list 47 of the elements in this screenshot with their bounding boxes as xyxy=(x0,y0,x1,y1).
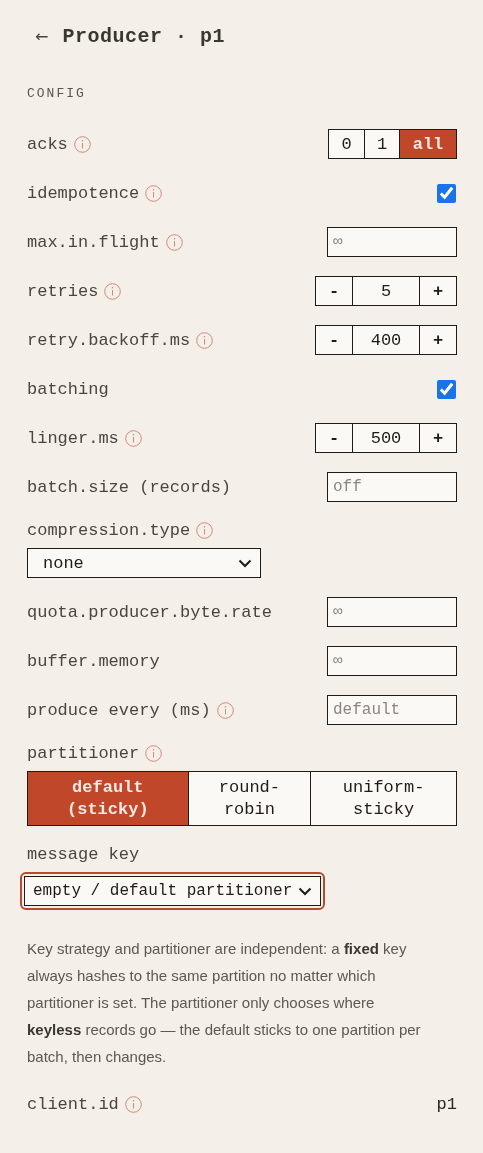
back-button[interactable]: ← xyxy=(35,26,49,46)
input-field[interactable]: ∞ xyxy=(327,646,457,676)
chevron-down-icon xyxy=(238,558,252,568)
info-icon[interactable] xyxy=(165,233,183,251)
segment-option[interactable]: 0 xyxy=(329,130,364,158)
field-label: client.id xyxy=(27,1094,119,1114)
field-label: compression.type xyxy=(27,521,191,540)
field-label: batch.size (records) xyxy=(27,477,232,497)
dropdown[interactable]: empty / default partitioner xyxy=(24,876,322,906)
checkbox[interactable] xyxy=(437,379,456,399)
input-field[interactable]: ∞ xyxy=(327,597,457,627)
section-heading: CONFIG xyxy=(27,86,87,101)
segment-option[interactable]: 1 xyxy=(364,130,399,158)
field-label: retry.backoff.ms xyxy=(27,330,191,350)
info-icon[interactable] xyxy=(124,429,142,447)
input-field[interactable]: default xyxy=(327,695,457,725)
checkbox[interactable] xyxy=(437,183,456,203)
info-icon[interactable] xyxy=(145,745,163,762)
info-icon[interactable] xyxy=(196,331,214,349)
info-icon[interactable] xyxy=(196,522,214,539)
field-label: partitioner xyxy=(27,744,140,763)
partitioner-option[interactable]: round-robin xyxy=(187,772,311,825)
info-icon[interactable] xyxy=(216,701,234,719)
segment-option[interactable]: all xyxy=(399,130,456,158)
field-label: retries xyxy=(27,281,99,301)
field-label: max.in.flight xyxy=(27,232,160,252)
field-label: idempotence xyxy=(27,183,140,203)
info-icon[interactable] xyxy=(145,184,163,202)
input-field[interactable]: off xyxy=(327,472,457,502)
field-label: produce every (ms) xyxy=(27,700,211,720)
input-field[interactable]: ∞ xyxy=(327,227,457,257)
field-label: acks xyxy=(27,134,68,154)
dropdown[interactable]: none xyxy=(27,548,261,578)
info-icon[interactable] xyxy=(104,282,122,300)
field-label: message key xyxy=(27,845,140,864)
field-label: quota.producer.byte.rate xyxy=(27,602,272,622)
chevron-down-icon xyxy=(298,886,313,896)
field-label: buffer.memory xyxy=(27,651,160,671)
field-label: batching xyxy=(27,379,109,399)
partitioner-option[interactable]: default (sticky) xyxy=(28,772,188,825)
field-label: linger.ms xyxy=(27,428,119,448)
field-value: p1 xyxy=(436,1094,457,1114)
help-text: Key strategy and partitioner are independent: a fixed key always hashes to the same partition no matter which partitioner is set. The partitioner only chooses where keyless records go — the default sticks to one partition per batch, then changes. xyxy=(27,939,422,1067)
partitioner-option[interactable]: uniform-sticky xyxy=(310,772,456,825)
info-icon[interactable] xyxy=(124,1095,142,1113)
page-title: Producer · p1 xyxy=(62,24,225,48)
info-icon[interactable] xyxy=(73,135,91,153)
